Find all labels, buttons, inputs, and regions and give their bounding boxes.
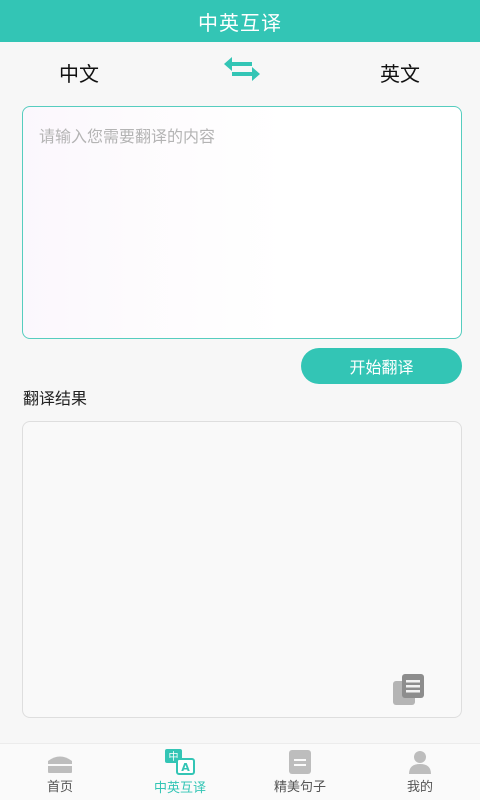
- nav-label-mine: 我的: [406, 780, 433, 795]
- result-section-title: 翻译结果: [23, 389, 88, 408]
- source-language-label[interactable]: 中文: [59, 58, 99, 87]
- translate-icon: 中 A: [165, 749, 195, 775]
- language-selector-row: 中文 英文: [0, 48, 480, 94]
- top-app-bar: 中英互译: [0, 0, 480, 42]
- start-translate-button[interactable]: 开始翻译: [301, 348, 462, 384]
- nav-item-translate[interactable]: 中 A 中英互译: [120, 744, 240, 800]
- nav-label-home: 首页: [46, 780, 73, 795]
- source-text-box: [22, 106, 462, 339]
- page-title: 中英互译: [198, 10, 282, 35]
- source-text-input[interactable]: [23, 107, 461, 338]
- nav-label-translate: 中英互译: [153, 781, 206, 796]
- notes-icon: [289, 750, 311, 774]
- target-language-label[interactable]: 英文: [380, 58, 420, 87]
- swap-arrows-icon[interactable]: [222, 54, 262, 84]
- svg-text:A: A: [181, 761, 190, 774]
- home-icon: [48, 756, 72, 773]
- nav-item-home[interactable]: 首页: [0, 744, 120, 800]
- copy-document-icon[interactable]: [391, 673, 427, 707]
- translation-result-box: [22, 421, 462, 718]
- nav-label-sentences: 精美句子: [273, 780, 326, 795]
- bottom-navigation: 首页 中 A 中英互译 精美句子 我的: [0, 743, 480, 800]
- nav-item-sentences[interactable]: 精美句子: [240, 744, 360, 800]
- user-icon: [409, 751, 431, 774]
- nav-item-mine[interactable]: 我的: [360, 744, 480, 800]
